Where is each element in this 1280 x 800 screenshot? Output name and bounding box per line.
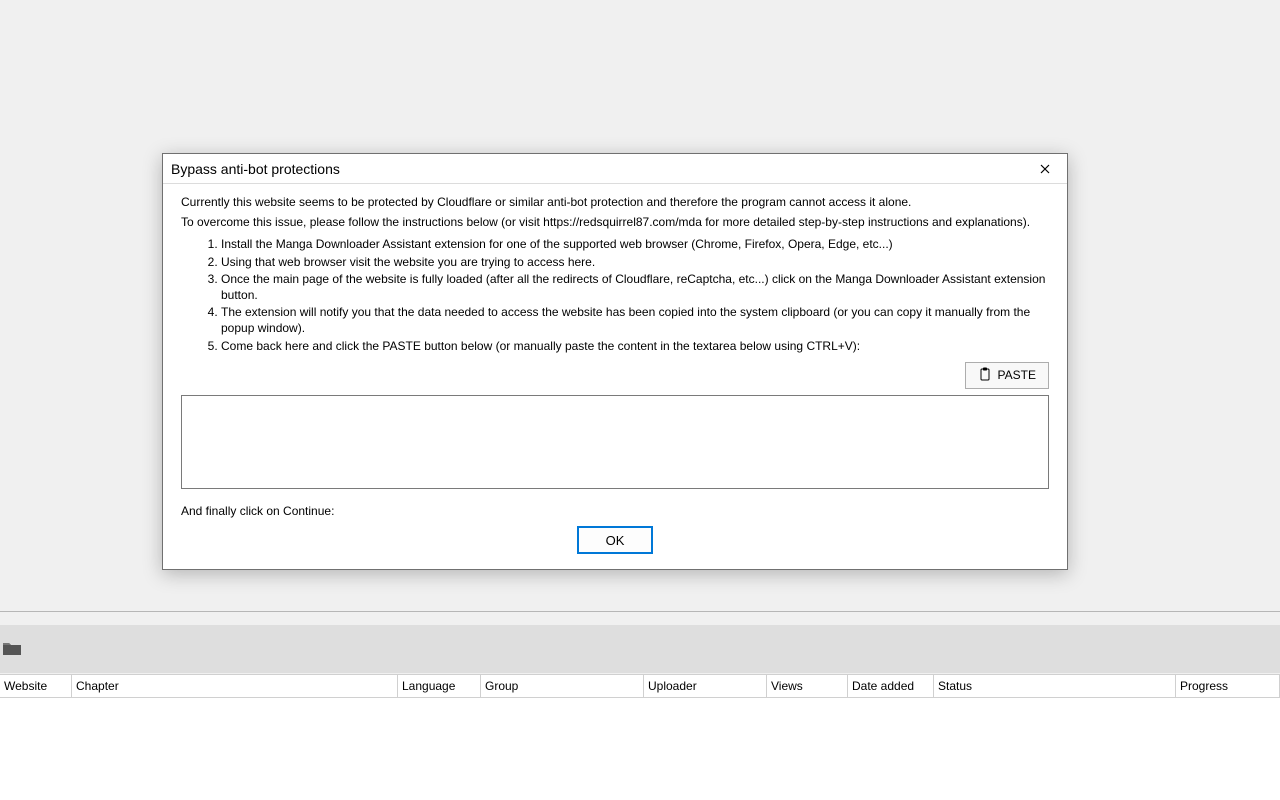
paste-button[interactable]: PASTE [965, 362, 1049, 389]
step-item: Once the main page of the website is ful… [221, 271, 1049, 303]
paste-button-label: PASTE [998, 368, 1036, 382]
column-header[interactable]: Uploader [644, 675, 767, 697]
column-header[interactable]: Language [398, 675, 481, 697]
step-item: Install the Manga Downloader Assistant e… [221, 236, 1049, 252]
close-button[interactable] [1023, 154, 1067, 184]
column-header[interactable]: Date added [848, 675, 934, 697]
column-header[interactable]: Status [934, 675, 1176, 697]
column-header[interactable]: Group [481, 675, 644, 697]
bypass-dialog: Bypass anti-bot protections Currently th… [162, 153, 1068, 570]
dialog-body: Currently this website seems to be prote… [163, 184, 1067, 569]
dialog-titlebar[interactable]: Bypass anti-bot protections [163, 154, 1067, 184]
step-item: Using that web browser visit the website… [221, 254, 1049, 270]
bottom-toolbar [0, 625, 1280, 673]
intro-text-1: Currently this website seems to be prote… [181, 194, 1049, 210]
intro-text-2: To overcome this issue, please follow th… [181, 214, 1049, 230]
dialog-title: Bypass anti-bot protections [171, 161, 340, 177]
table-header: WebsiteChapterLanguageGroupUploaderViews… [0, 674, 1280, 698]
divider [0, 611, 1280, 612]
ok-button[interactable]: OK [578, 527, 652, 553]
column-header[interactable]: Chapter [72, 675, 398, 697]
paste-textarea[interactable] [181, 395, 1049, 489]
clipboard-icon [978, 367, 992, 384]
step-item: The extension will notify you that the d… [221, 304, 1049, 336]
step-item: Come back here and click the PASTE butto… [221, 338, 1049, 354]
column-header[interactable]: Website [0, 675, 72, 697]
column-header[interactable]: Progress [1176, 675, 1280, 697]
final-text: And finally click on Continue: [181, 503, 1049, 519]
folder-icon[interactable] [2, 640, 22, 656]
table-body [0, 698, 1280, 800]
close-icon [1040, 161, 1050, 177]
steps-list: Install the Manga Downloader Assistant e… [181, 236, 1049, 353]
column-header[interactable]: Views [767, 675, 848, 697]
